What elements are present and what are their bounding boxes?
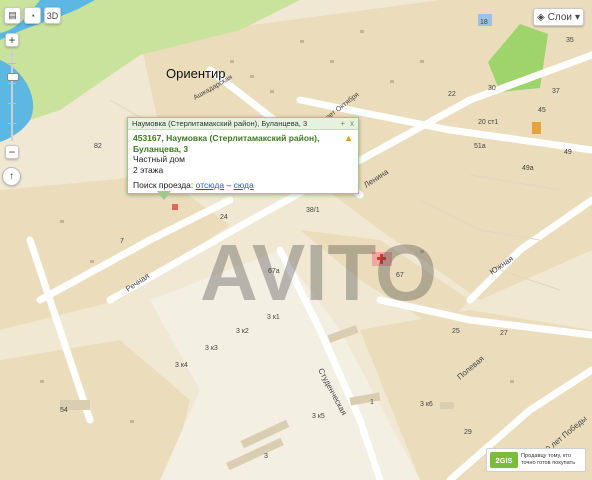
zoom-out-button[interactable]: −: [5, 145, 19, 159]
house-number: 54: [60, 407, 68, 414]
house-number: 82: [94, 143, 102, 150]
house-number: 1: [370, 399, 374, 406]
mode-3d-button[interactable]: 3D: [44, 7, 61, 24]
popup-pin-button[interactable]: +: [340, 119, 345, 128]
house-number: 3 к5: [312, 413, 325, 420]
house-number: 29: [464, 429, 472, 436]
popup-header: Наумовка (Стерлитамакский район), Буланц…: [128, 118, 358, 130]
house-number: 20 ст1: [478, 119, 498, 126]
popup-pointer: [157, 191, 171, 200]
house-number: 18: [480, 19, 488, 26]
popup-address-line1: 453167, Наумовка (Стерлитамакский район)…: [133, 133, 320, 143]
zoom-in-button[interactable]: +: [5, 33, 19, 47]
popup-address-line2: Буланцева, 3: [133, 143, 189, 154]
building-type: Частный дом: [133, 154, 185, 164]
route-prefix: Поиск проезда:: [133, 180, 194, 190]
house-number: 37: [552, 88, 560, 95]
measure-icon[interactable]: ◔: [24, 7, 41, 24]
house-number: 49: [564, 149, 572, 156]
selected-building-marker: [172, 204, 178, 210]
map-toolbar: ▤ ◔ 3D: [4, 7, 61, 24]
house-number: 38/1: [306, 207, 320, 214]
house-number: 3 к3: [205, 345, 218, 352]
attribution-line: Продавцу тому, кто: [521, 453, 572, 459]
house-number: 3 к1: [267, 314, 280, 321]
route-to-link[interactable]: сюда: [234, 180, 254, 190]
house-number: 30: [488, 85, 496, 92]
popup-header-title: Наумовка (Стерлитамакский район), Буланц…: [132, 119, 308, 128]
compass-icon[interactable]: ↑: [2, 167, 21, 186]
house-number: 3 к2: [236, 328, 249, 335]
address-popup: Наумовка (Стерлитамакский район), Буланц…: [127, 117, 359, 194]
chevron-down-icon: ▾: [575, 11, 581, 23]
zoom-control: + −: [5, 33, 19, 159]
printer-icon[interactable]: ▤: [4, 7, 21, 24]
house-number: 51а: [474, 143, 486, 150]
route-dash: –: [226, 180, 232, 190]
floors-count: 2 этажа: [133, 164, 164, 175]
landmark-label: Ориентир: [166, 66, 226, 81]
map-canvas[interactable]: AVITO Ашкадарская 70 лет Октября Ленина …: [0, 0, 592, 480]
house-number: 67: [396, 272, 404, 279]
house-number: 49а: [522, 165, 534, 172]
route-search: Поиск проезда: отсюда – сюда: [133, 180, 353, 191]
house-number: 35: [566, 37, 574, 44]
poi-marker: [532, 122, 541, 134]
house-number: 24: [220, 214, 228, 221]
popup-close-button[interactable]: x: [350, 119, 354, 128]
house-number: 22: [448, 91, 456, 98]
house-number: 45: [538, 107, 546, 114]
attribution-badge[interactable]: 2GIS Продавцу тому, кто точно готов поку…: [486, 448, 586, 472]
house-number: 27: [500, 330, 508, 337]
house-number: 3: [264, 453, 268, 460]
house-number: 25: [452, 328, 460, 335]
layers-icon: ◈: [536, 11, 545, 23]
warning-icon[interactable]: ▲: [344, 133, 353, 144]
layers-button[interactable]: ◈ Слои ▾: [533, 8, 584, 26]
house-number: 7: [120, 238, 124, 245]
route-from-link[interactable]: отсюда: [196, 180, 224, 190]
zoom-slider-handle[interactable]: [7, 73, 19, 81]
house-number: 3 к4: [175, 362, 188, 369]
layers-label: Слои: [547, 11, 572, 23]
gis-logo: 2GIS: [490, 452, 518, 468]
house-number: 3 к6: [420, 401, 433, 408]
attribution-line: точно готов покупать: [521, 460, 576, 466]
house-number: 67а: [268, 268, 280, 275]
